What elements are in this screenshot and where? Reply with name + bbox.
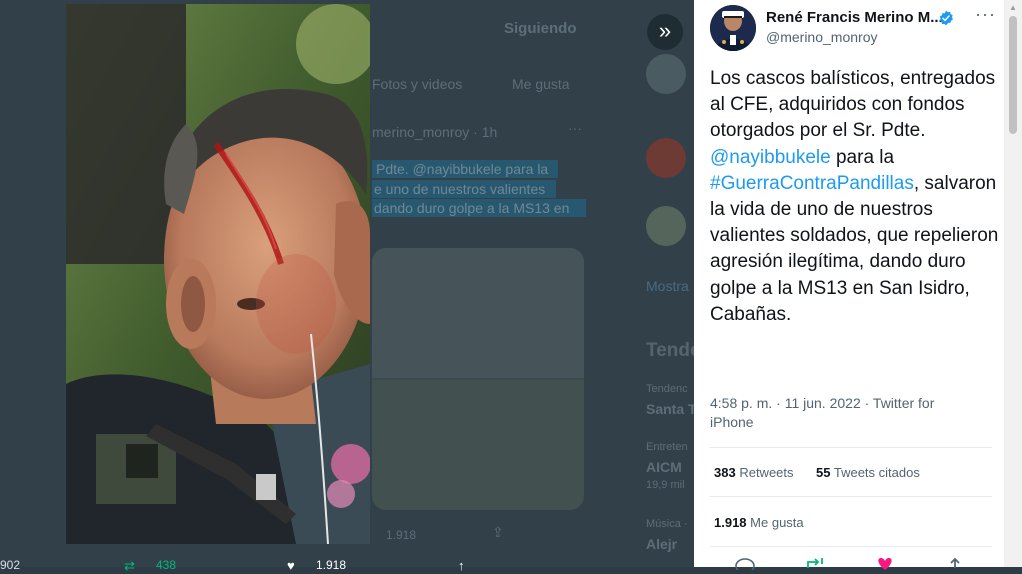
trend-count: 19,9 mil	[646, 479, 685, 491]
background-tweet-fragment: e uno de nuestros valientes	[374, 181, 546, 197]
retweets-count: 383	[714, 465, 736, 480]
trend-name[interactable]: AICM	[646, 459, 682, 475]
background-like-icon[interactable]: ♥	[287, 558, 295, 573]
tweet-text-part: para la	[830, 146, 895, 168]
background-avatar[interactable]	[646, 54, 686, 94]
background-more-icon[interactable]: ···	[568, 120, 582, 136]
more-icon[interactable]: ···	[975, 4, 996, 25]
author-handle[interactable]: @merino_monroy	[766, 29, 877, 45]
background-retweet-icon[interactable]: ⇄	[124, 558, 135, 574]
soldier-photo-illustration	[66, 4, 370, 544]
trend-meta: Entreten	[646, 441, 688, 453]
double-chevron-right-icon: »	[658, 18, 672, 43]
author-avatar[interactable]	[710, 5, 756, 51]
divider	[710, 447, 992, 448]
likes-label: Me gusta	[750, 515, 804, 530]
expand-panel-button[interactable]: »	[647, 14, 683, 50]
scrollbar[interactable]: ▲	[1004, 0, 1022, 567]
scrollbar-thumb[interactable]	[1009, 16, 1017, 134]
background-trends-heading: Tende	[646, 340, 701, 361]
following-button[interactable]: Siguiendo	[504, 20, 577, 37]
background-handle-time: merino_monroy · 1h	[372, 124, 498, 140]
background-tweet-fragment: dando duro golpe a la MS13 en	[374, 200, 570, 216]
tweet-timestamp[interactable]: 4:58 p. m. · 11 jun. 2022 ·	[710, 395, 873, 411]
quotes-count: 55	[816, 465, 831, 480]
retweets-label: Retweets	[739, 465, 794, 480]
retweets-stat[interactable]: 383 Retweets	[714, 465, 794, 480]
mention-link[interactable]: @nayibbukele	[710, 147, 831, 168]
background-share-arrow-icon[interactable]: ↑	[458, 558, 465, 573]
tweet-text-part: , salvaron la vida de uno de nuestros va…	[710, 172, 999, 325]
retweet-icon[interactable]	[804, 556, 826, 570]
verified-badge-icon	[939, 10, 954, 26]
tweet-detail-panel: René Francis Merino M... @merino_monroy …	[694, 0, 1004, 570]
background-card-likes: 1.918	[386, 528, 417, 542]
tab-photos-videos[interactable]: Fotos y videos	[372, 76, 462, 92]
quotes-label: Tweets citados	[833, 465, 920, 480]
hashtag-link[interactable]: #GuerraContraPandillas	[710, 173, 914, 194]
background-tweet-fragment: Pdte. @nayibbukele para la	[376, 161, 549, 177]
divider	[710, 546, 992, 547]
author-name[interactable]: René Francis Merino M...	[766, 9, 943, 26]
like-icon[interactable]	[874, 556, 896, 570]
divider	[710, 496, 992, 497]
trend-name[interactable]: Santa T	[646, 401, 697, 417]
tab-likes[interactable]: Me gusta	[512, 76, 570, 92]
reply-icon[interactable]	[734, 556, 756, 570]
tweet-photo[interactable]	[66, 4, 370, 544]
background-retweet-count: 438	[156, 558, 177, 572]
scroll-up-arrow-icon[interactable]: ▲	[1009, 3, 1017, 12]
background-show-more[interactable]: Mostra	[646, 278, 689, 294]
background-avatar[interactable]	[646, 138, 686, 178]
tweet-text: Los cascos balísticos, entregados al CFE…	[710, 66, 1000, 328]
background-share-icon[interactable]: ⇪	[492, 524, 504, 541]
likes-stat[interactable]: 1.918 Me gusta	[714, 515, 804, 530]
trend-meta: Música ·	[646, 518, 688, 530]
trend-meta: Tendenc	[646, 383, 688, 395]
share-icon[interactable]	[944, 556, 966, 570]
trend-name[interactable]: Alejr	[646, 536, 677, 552]
quotes-stat[interactable]: 55 Tweets citados	[816, 465, 920, 480]
tweet-metadata: 4:58 p. m. · 11 jun. 2022 · Twitter for …	[710, 394, 980, 432]
background-count: 902	[0, 558, 21, 572]
background-like-count: 1.918	[316, 558, 347, 572]
background-avatar[interactable]	[646, 206, 686, 246]
likes-count: 1.918	[714, 515, 747, 530]
tweet-text-part: Los cascos balísticos, entregados al CFE…	[710, 68, 996, 142]
background-media-card	[372, 248, 584, 510]
